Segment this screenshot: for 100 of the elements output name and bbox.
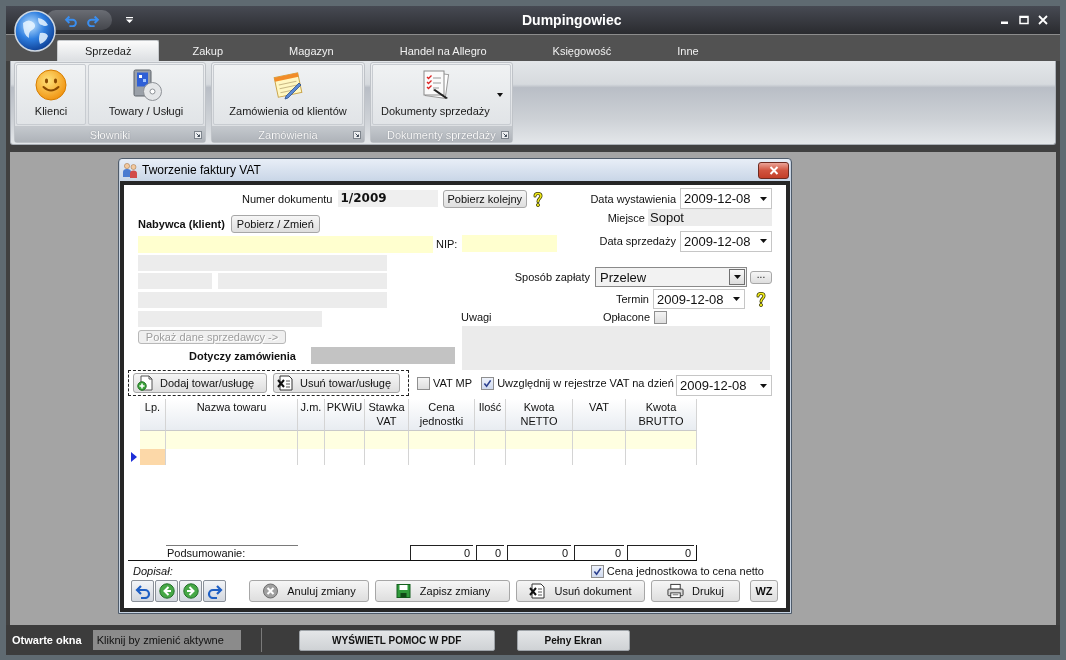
ribbon-button[interactable]: Zamówienia od klientów: [213, 64, 363, 125]
order-label: Dotyczy zamówienia: [189, 349, 296, 362]
open-windows-label: Otwarte okna: [12, 634, 82, 646]
maximize-icon[interactable]: [1019, 15, 1029, 25]
document-number-field: 1/2009: [337, 190, 438, 207]
column-header: VAT: [573, 399, 626, 431]
ribbon-button[interactable]: Towary / Usługi: [88, 64, 204, 125]
caret-icon: [760, 196, 767, 201]
action-button[interactable]: WZ: [750, 580, 778, 602]
dropdown-button[interactable]: [729, 269, 745, 285]
box-with-disc-icon: [130, 69, 162, 101]
action-button[interactable]: Anuluj zmiany: [249, 580, 369, 602]
ribbon-tab[interactable]: Magazyn: [256, 40, 367, 61]
close-icon: [768, 165, 779, 175]
place-field[interactable]: Sopot: [648, 209, 772, 226]
ribbon-tab[interactable]: Handel na Allegro: [366, 40, 520, 61]
ribbon-tab[interactable]: Księgowość: [519, 40, 645, 61]
checkbox[interactable]: [590, 564, 604, 578]
window-title: Dumpingowiec: [522, 12, 622, 28]
smiley-icon: [35, 69, 67, 101]
field-label: Data wystawienia: [590, 192, 676, 205]
action-button[interactable]: Zapisz zmiany: [375, 580, 510, 602]
column-header: PKWiU: [325, 399, 365, 431]
column-header: J.m.: [298, 399, 325, 431]
help-icon: [533, 190, 544, 207]
column-header: Ilość: [475, 399, 506, 431]
caret-icon: [760, 383, 767, 388]
item-button[interactable]: Dodaj towar/usługę: [133, 373, 267, 393]
cancel-icon: [262, 583, 280, 599]
action-button[interactable]: Drukuj: [651, 580, 740, 602]
caret-icon: [733, 275, 741, 279]
checkbox[interactable]: [417, 376, 430, 390]
undo-icon[interactable]: [64, 13, 78, 27]
back-button[interactable]: [155, 580, 178, 602]
dialog-launcher-icon[interactable]: [194, 131, 202, 139]
ribbon-button[interactable]: Dokumenty sprzedaży: [372, 64, 511, 125]
date-picker[interactable]: 2009-12-08: [680, 188, 772, 209]
document-x-icon: [529, 583, 547, 599]
item-button[interactable]: Usuń towar/usługę: [273, 373, 400, 393]
field-label: Uwagi: [461, 311, 492, 323]
dialog-launcher-icon[interactable]: [353, 131, 361, 139]
date-picker[interactable]: 2009-12-08: [680, 230, 772, 252]
checkbox-label: Opłacone: [602, 311, 650, 323]
close-icon[interactable]: [1038, 15, 1048, 25]
next-number-button[interactable]: Pobierz kolejny: [442, 189, 528, 208]
total-cell: 0: [507, 545, 571, 560]
column-header: Kwota BRUTTO: [626, 399, 697, 431]
undo-button[interactable]: [131, 580, 154, 602]
caret-icon: [733, 297, 740, 301]
caret-icon[interactable]: [126, 17, 133, 23]
ribbon-tab[interactable]: Zakup: [159, 40, 257, 61]
summary-label: Podsumowanie:: [166, 545, 298, 560]
more-button[interactable]: ...: [750, 270, 772, 284]
total-cell: 0: [410, 545, 473, 560]
date-picker[interactable]: 2009-12-08: [653, 289, 745, 309]
buyer-name-field[interactable]: [138, 235, 433, 253]
dialog-title: Tworzenie faktury VAT: [142, 163, 261, 177]
redo-icon: [206, 583, 223, 599]
document-x-icon: [277, 375, 294, 391]
caret-icon: [760, 239, 767, 243]
redo-icon[interactable]: [86, 13, 100, 27]
field-label: Data sprzedaży: [599, 235, 676, 247]
dialog-launcher-icon[interactable]: [500, 131, 509, 139]
order-field[interactable]: [311, 347, 455, 364]
close-button[interactable]: [758, 161, 789, 179]
redo-button[interactable]: [203, 580, 226, 602]
action-button[interactable]: Usuń dokument: [516, 580, 645, 602]
row-pointer-icon: [131, 452, 137, 462]
window-list-hint[interactable]: Kliknij by zmienić aktywne: [92, 630, 241, 650]
date-picker[interactable]: 2009-12-08: [676, 375, 772, 396]
printer-icon: [667, 583, 685, 599]
checkbox-label: VAT MP: [433, 377, 473, 389]
column-header: Lp.: [140, 399, 166, 431]
forward-button[interactable]: [179, 580, 202, 602]
checkbox[interactable]: [481, 376, 495, 390]
people-icon: [122, 162, 138, 178]
field-label: Numer dokumentu: [242, 192, 333, 205]
ribbon-tab[interactable]: Sprzedaż: [57, 40, 160, 61]
field-label: NIP:: [436, 238, 458, 250]
buyer-label: Nabywca (klient): [138, 218, 225, 230]
ribbon-button[interactable]: Klienci: [16, 64, 86, 125]
nip-field[interactable]: [462, 235, 557, 252]
field-label: Miejsce: [607, 211, 645, 224]
undo-icon: [134, 583, 151, 599]
column-header: Nazwa towaru: [166, 399, 298, 431]
ribbon-tab[interactable]: Inne: [644, 40, 732, 61]
group-label: Dokumenty sprzedaży: [387, 128, 496, 141]
bar-button[interactable]: Pełny Ekran: [516, 629, 630, 651]
total-cell: 0: [476, 545, 504, 560]
group-label: Zamówienia: [258, 128, 318, 141]
checkbox[interactable]: [654, 310, 667, 324]
payment-combo[interactable]: Przelew: [595, 267, 747, 287]
checkbox-label: Uwzględnij w rejestrze VAT na dzień: [497, 377, 674, 389]
column-header: Kwota NETTO: [506, 399, 573, 431]
document-plus-icon: [137, 375, 154, 391]
column-header: Cena jednostki: [409, 399, 475, 431]
choose-buyer-button[interactable]: Pobierz / Zmień: [230, 215, 320, 233]
field-label: Sposób zapłaty: [514, 271, 590, 283]
group-label: Słowniki: [89, 128, 131, 141]
bar-button[interactable]: WYŚWIETL POMOC W PDF: [298, 629, 495, 651]
